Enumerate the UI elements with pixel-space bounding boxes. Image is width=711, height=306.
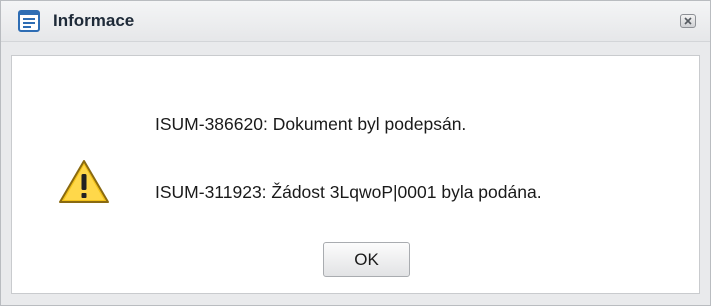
message-line: ISUM-311923: Žádost 3LqwoP|0001 byla pod… xyxy=(155,182,542,202)
message-line: ISUM-386620: Dokument byl podepsán. xyxy=(155,114,467,134)
dialog-titlebar[interactable]: Informace xyxy=(1,1,710,42)
dialog-body: ISUM-386620: Dokument byl podepsán. ISUM… xyxy=(11,55,700,294)
warning-triangle-icon xyxy=(58,159,110,205)
close-icon xyxy=(684,17,692,25)
close-button[interactable] xyxy=(680,14,696,28)
form-document-icon xyxy=(18,10,40,32)
ok-button[interactable]: OK xyxy=(323,242,410,277)
info-dialog: Informace ISUM-386620: Dokument byl pode… xyxy=(0,0,711,306)
dialog-title: Informace xyxy=(53,11,135,30)
